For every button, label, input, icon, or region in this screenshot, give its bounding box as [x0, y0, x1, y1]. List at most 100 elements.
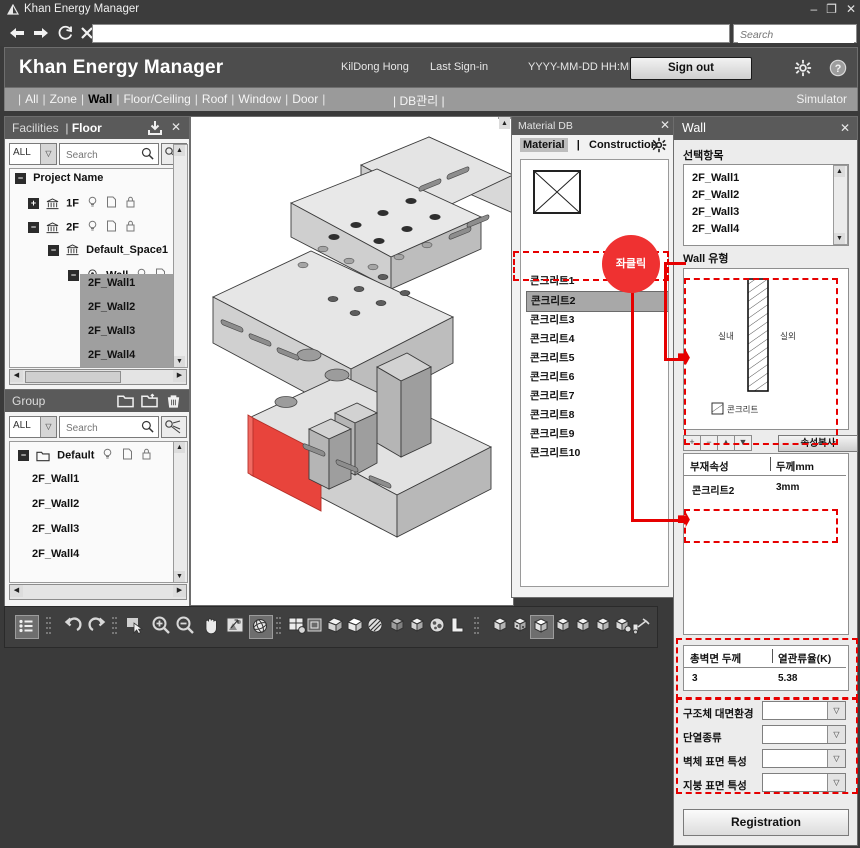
- chevron-down-icon[interactable]: ▽: [827, 726, 845, 743]
- box-face-icon[interactable]: [387, 615, 409, 637]
- layer2-icon[interactable]: [510, 615, 532, 637]
- address-bar[interactable]: [92, 24, 730, 43]
- list-item[interactable]: 2F_Wall4: [692, 223, 739, 235]
- group-filter-select[interactable]: ALL ▽: [9, 416, 57, 438]
- properties-icon[interactable]: [106, 196, 117, 211]
- tree-toggle-icon[interactable]: −: [28, 222, 39, 233]
- zoom-out-icon[interactable]: [175, 615, 197, 637]
- menu-item-wall[interactable]: Wall: [87, 92, 113, 106]
- copy-properties-button[interactable]: 속성복사: [778, 435, 858, 452]
- menu-item-floor-ceiling[interactable]: Floor/Ceiling: [122, 92, 191, 106]
- group-search-input[interactable]: [64, 419, 140, 437]
- visibility-icon[interactable]: [87, 220, 98, 235]
- layer4-icon[interactable]: [553, 615, 575, 637]
- scroll-down-icon[interactable]: ▼: [499, 117, 510, 118]
- scroll-thumb[interactable]: [25, 371, 121, 383]
- list-item[interactable]: 콘크리트1: [526, 272, 668, 291]
- layer-properties-table[interactable]: 부재속성 두께mm 콘크리트2 3mm: [683, 453, 849, 635]
- facilities-search-box[interactable]: [59, 143, 159, 165]
- facilities-hscrollbar[interactable]: ◀ ▶: [9, 369, 187, 385]
- list-item[interactable]: 콘크리트6: [526, 368, 668, 387]
- chevron-down-icon[interactable]: ▽: [827, 702, 845, 719]
- tree-toggle-icon[interactable]: −: [18, 450, 29, 461]
- list-item[interactable]: 콘크리트9: [526, 425, 668, 444]
- gear-icon[interactable]: [651, 137, 667, 153]
- facilities-tree[interactable]: − Project Name + 1F − 2F − Default_Space…: [9, 168, 187, 368]
- search-input[interactable]: [738, 26, 854, 43]
- box-shade-icon[interactable]: [345, 615, 367, 637]
- visibility-icon[interactable]: [87, 196, 98, 211]
- search-box[interactable]: [733, 24, 857, 43]
- combo-roof-surface[interactable]: ▽: [762, 773, 846, 792]
- lock-icon[interactable]: [141, 448, 152, 463]
- combo-wall-surface[interactable]: ▽: [762, 749, 846, 768]
- list-item[interactable]: 2F_Wall1: [692, 172, 739, 184]
- list-item[interactable]: 2F_Wall4: [10, 544, 186, 569]
- box-l-icon[interactable]: [447, 615, 469, 637]
- menu-item-zone[interactable]: Zone: [49, 92, 78, 106]
- chevron-down-icon[interactable]: ▽: [40, 417, 56, 437]
- help-icon[interactable]: ?: [829, 59, 847, 77]
- facilities-vscrollbar[interactable]: ▲ ▼: [173, 144, 188, 368]
- menu-item-door[interactable]: Door: [291, 92, 319, 106]
- material-list[interactable]: 콘크리트1 콘크리트2 콘크리트3 콘크리트4 콘크리트5 콘크리트6 콘크리트…: [520, 159, 669, 587]
- list-item[interactable]: 콘크리트7: [526, 387, 668, 406]
- box-texture-icon[interactable]: [427, 615, 449, 637]
- list-item[interactable]: 2F_Wall4: [80, 346, 186, 367]
- chevron-down-icon[interactable]: ▽: [40, 144, 56, 164]
- move-down-button[interactable]: ▼: [734, 435, 752, 451]
- open-folder-icon[interactable]: [141, 393, 158, 409]
- pan-icon[interactable]: [201, 615, 223, 637]
- tab-construction[interactable]: Construction: [589, 139, 657, 151]
- layer3-icon[interactable]: [530, 615, 554, 639]
- chevron-down-icon[interactable]: ▽: [827, 750, 845, 767]
- scroll-right-icon[interactable]: ▶: [173, 370, 186, 382]
- scroll-up-icon[interactable]: ▲: [834, 166, 845, 177]
- menu-item-db-management[interactable]: | DB관리 |: [393, 92, 445, 109]
- material-db-close-icon[interactable]: ✕: [660, 118, 670, 132]
- scroll-left-icon[interactable]: ◀: [10, 585, 23, 597]
- tree-node-default-space1[interactable]: − Default_Space1: [10, 241, 186, 265]
- minimize-button[interactable]: –: [810, 2, 817, 16]
- lock-icon[interactable]: [125, 196, 136, 211]
- scroll-up-icon[interactable]: ▲: [174, 145, 185, 156]
- facilities-close-icon[interactable]: ✕: [171, 120, 181, 134]
- menu-item-all[interactable]: All: [24, 92, 39, 106]
- orbit-icon[interactable]: [249, 615, 273, 639]
- layer1-icon[interactable]: [490, 615, 512, 637]
- download-icon[interactable]: [147, 120, 163, 136]
- menu-item-window[interactable]: Window: [237, 92, 282, 106]
- forward-icon[interactable]: [32, 24, 50, 42]
- maximize-button[interactable]: ❐: [826, 2, 837, 16]
- add-layer-button[interactable]: +: [683, 435, 701, 451]
- scroll-up-icon[interactable]: ▲: [499, 118, 510, 129]
- chevron-down-icon[interactable]: ▽: [827, 774, 845, 791]
- list-item[interactable]: 2F_Wall1: [10, 469, 186, 494]
- trash-icon[interactable]: [165, 393, 182, 409]
- tree-toggle-icon[interactable]: −: [15, 172, 26, 184]
- tree-node-1f[interactable]: + 1F: [10, 193, 186, 217]
- list-item[interactable]: 콘크리트4: [526, 330, 668, 349]
- zoom-in-icon[interactable]: [151, 615, 173, 637]
- undo-icon[interactable]: [63, 615, 85, 637]
- properties-icon[interactable]: [106, 220, 117, 235]
- layer5-icon[interactable]: [573, 615, 595, 637]
- list-item[interactable]: 2F_Wall2: [10, 494, 186, 519]
- facilities-search-input[interactable]: [64, 146, 140, 164]
- simulator-link[interactable]: Simulator: [796, 92, 847, 106]
- back-icon[interactable]: [8, 24, 26, 42]
- wall-panel-close-icon[interactable]: ✕: [840, 121, 850, 135]
- scroll-down-icon[interactable]: ▼: [174, 571, 185, 582]
- tab-material[interactable]: Material: [520, 138, 568, 152]
- list-item[interactable]: 2F_Wall1: [80, 274, 186, 298]
- tree-node-project[interactable]: − Project Name: [10, 169, 186, 193]
- scroll-down-icon[interactable]: ▼: [834, 233, 845, 244]
- selected-items-list[interactable]: 2F_Wall1 2F_Wall2 2F_Wall3 2F_Wall4 ▲ ▼: [683, 164, 849, 246]
- group-tree[interactable]: − Default 2F_Wall1 2F_Wall2 2F_Wall3 2F_…: [9, 441, 187, 583]
- group-advanced-filter-button[interactable]: [161, 416, 187, 438]
- tree-toggle-icon[interactable]: +: [28, 198, 39, 209]
- properties-icon[interactable]: [122, 448, 133, 463]
- combo-structure-environment[interactable]: ▽: [762, 701, 846, 720]
- visibility-icon[interactable]: [102, 448, 113, 463]
- scroll-up-icon[interactable]: ▲: [174, 442, 185, 453]
